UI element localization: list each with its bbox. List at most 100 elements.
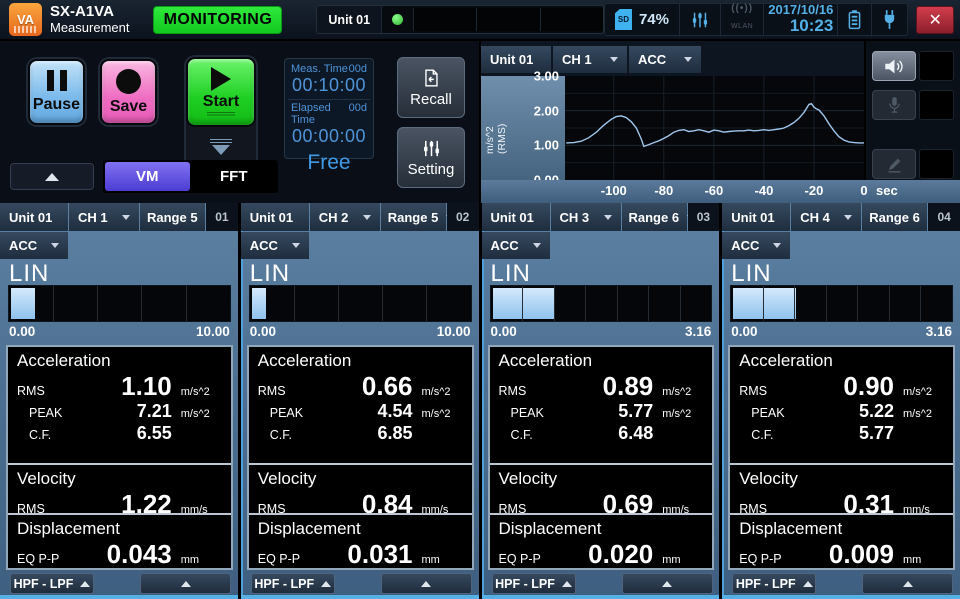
- panel-expand-button[interactable]: [862, 573, 953, 594]
- chart-x-axis: sec -100-80-60-40-200: [481, 180, 960, 203]
- acceleration-title: Acceleration: [17, 351, 222, 371]
- collapse-panel-button[interactable]: [10, 163, 94, 190]
- peak-label: PEAK: [258, 406, 320, 420]
- setting-sliders-icon: [421, 138, 442, 159]
- acceleration-rms-unit: m/s^2: [413, 386, 463, 398]
- hpf-lpf-button[interactable]: HPF - LPF: [492, 573, 576, 594]
- channel-select[interactable]: CH 4: [791, 203, 861, 231]
- battery-status: [837, 4, 871, 35]
- range-select[interactable]: Range 5: [140, 203, 205, 231]
- measurement-values-box: Acceleration RMS 0.89 m/s^2 PEAK 5.77 m/…: [488, 345, 715, 570]
- displacement-unit: mm: [653, 554, 703, 566]
- mixer-sliders-icon: [690, 10, 710, 30]
- chart-y-axis: m/s^2 (RMS) 0.001.002.003.00: [481, 76, 565, 180]
- level-bar-meter: [730, 285, 953, 322]
- panel-expand-button[interactable]: [140, 573, 231, 594]
- acceleration-peak-value: 4.54: [320, 401, 413, 422]
- pause-button[interactable]: Pause: [28, 59, 85, 125]
- save-button[interactable]: Save: [100, 59, 157, 125]
- level-bar-fill: [733, 288, 796, 319]
- chart-channel-select[interactable]: CH 1: [553, 46, 627, 73]
- acceleration-rms-value: 0.66: [320, 373, 413, 400]
- recall-document-icon: [420, 67, 442, 89]
- recall-button[interactable]: Recall: [397, 57, 465, 118]
- signal-type-select[interactable]: ACC: [482, 232, 550, 259]
- divider: [288, 99, 370, 100]
- hpf-lpf-button[interactable]: HPF - LPF: [732, 573, 816, 594]
- scale-mode-label: LIN: [9, 260, 49, 288]
- crest-factor-value: 6.55: [79, 423, 172, 444]
- chevron-down-icon: [292, 243, 300, 248]
- tab-vm[interactable]: VM: [105, 162, 190, 191]
- time-settings-panel[interactable]: Meas. Time 00d 00:10:00 Elapsed Time 00d…: [284, 58, 374, 159]
- start-label: Start: [203, 93, 239, 111]
- acceleration-title: Acceleration: [739, 351, 944, 371]
- displacement-value: 0.031: [320, 541, 413, 568]
- chart-signal-select[interactable]: ACC: [629, 46, 701, 73]
- meas-time-label: Meas. Time: [291, 63, 348, 75]
- chevron-down-icon: [684, 57, 692, 62]
- signal-type-select[interactable]: ACC: [0, 232, 68, 259]
- power-status: [871, 4, 907, 35]
- app-title-line2: Measurement: [50, 21, 129, 36]
- signal-type-select[interactable]: ACC: [722, 232, 790, 259]
- mixer-status[interactable]: [679, 4, 720, 35]
- setting-label: Setting: [408, 161, 455, 178]
- acceleration-section: Acceleration RMS 1.10 m/s^2 PEAK 7.21 m/…: [8, 347, 231, 463]
- range-select[interactable]: Range 6: [622, 203, 687, 231]
- x-tick-label: -40: [755, 183, 774, 198]
- app-title: SX-A1VA Measurement: [50, 3, 129, 35]
- channel-unit-label: Unit 01: [482, 203, 550, 231]
- measurement-controls: Pause Save Start Meas. Time 00d 00:10:00: [0, 41, 479, 203]
- signal-type-select[interactable]: ACC: [241, 232, 309, 259]
- rms-label: RMS: [17, 384, 79, 398]
- start-button[interactable]: Start: [186, 57, 256, 127]
- chevron-down-icon: [844, 215, 852, 220]
- range-select[interactable]: Range 5: [381, 203, 446, 231]
- channel-number-badge: 04: [928, 203, 960, 231]
- monitoring-status-button[interactable]: MONITORING: [153, 6, 282, 34]
- sd-card-icon: SD: [615, 9, 632, 30]
- unit-status-empty-slot: [540, 8, 603, 31]
- acceleration-peak-value: 7.21: [79, 401, 172, 422]
- peak-label: PEAK: [499, 406, 561, 420]
- channel-select[interactable]: CH 1: [69, 203, 139, 231]
- channel-header: Unit 01 CH 1 Range 5 01: [0, 203, 238, 231]
- rms-label: RMS: [258, 384, 320, 398]
- chevron-up-icon: [80, 581, 90, 587]
- bar-scale: 0.00 10.00: [9, 324, 230, 339]
- hpf-lpf-button[interactable]: HPF - LPF: [251, 573, 335, 594]
- acceleration-peak-unit: m/s^2: [413, 408, 463, 420]
- channel-header: Unit 01 CH 2 Range 5 02: [241, 203, 479, 231]
- microphone-button[interactable]: [872, 90, 916, 120]
- crest-factor-label: C.F.: [17, 428, 79, 442]
- channel-select[interactable]: CH 3: [551, 203, 621, 231]
- tab-fft[interactable]: FFT: [192, 162, 277, 191]
- measurement-values-box: Acceleration RMS 0.66 m/s^2 PEAK 4.54 m/…: [247, 345, 474, 570]
- velocity-title: Velocity: [739, 469, 944, 489]
- unit-status-slot: Unit 01: [317, 6, 382, 33]
- bar-scale: 0.00 10.00: [250, 324, 471, 339]
- chevron-up-icon: [662, 581, 672, 587]
- crest-factor-value: 6.48: [561, 423, 654, 444]
- range-select[interactable]: Range 6: [862, 203, 927, 231]
- velocity-section: Velocity RMS 0.31 mm/s: [730, 463, 953, 513]
- hpf-lpf-button[interactable]: HPF - LPF: [10, 573, 94, 594]
- velocity-section: Velocity RMS 0.84 mm/s: [249, 463, 472, 513]
- memo-pen-button[interactable]: [872, 149, 916, 179]
- close-button[interactable]: ✕: [916, 6, 954, 34]
- setting-button[interactable]: Setting: [397, 127, 465, 188]
- channel-header: Unit 01 CH 3 Range 6 03: [482, 203, 720, 231]
- channel-select[interactable]: CH 2: [310, 203, 380, 231]
- mode-tabbar: VM FFT: [103, 160, 278, 193]
- sd-card-percent: 74%: [639, 11, 669, 28]
- panel-expand-button[interactable]: [381, 573, 472, 594]
- chevron-down-icon: [363, 215, 371, 220]
- y-tick-label: 2.00: [534, 103, 559, 118]
- speaker-button[interactable]: [872, 51, 916, 81]
- panel-expand-button[interactable]: [622, 573, 713, 594]
- chevron-up-icon: [903, 581, 913, 587]
- measurement-values-box: Acceleration RMS 0.90 m/s^2 PEAK 5.22 m/…: [728, 345, 955, 570]
- pause-label: Pause: [33, 96, 80, 114]
- channel-unit-label: Unit 01: [722, 203, 790, 231]
